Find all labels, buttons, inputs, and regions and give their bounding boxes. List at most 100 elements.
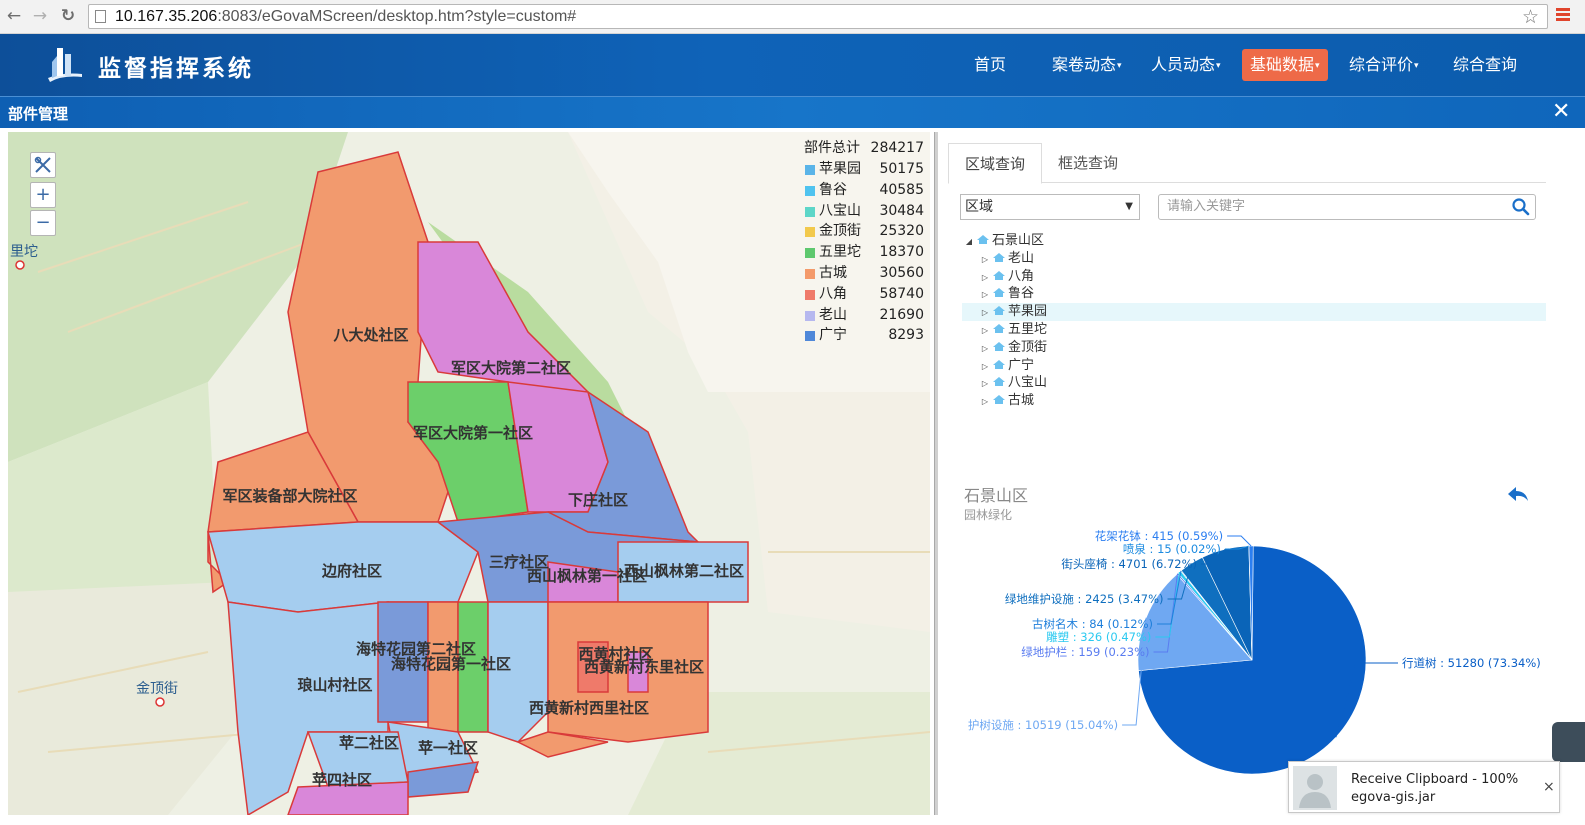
home-icon — [993, 270, 1005, 280]
legend-item: 老山 21690 — [804, 305, 928, 326]
pie-label: 街头座椅 : 4701 (6.72%) — [1061, 557, 1197, 571]
legend-swatch — [805, 268, 815, 279]
label-xihuang-dongli: 西黄新村东里社区 — [584, 658, 704, 676]
legend-value: 58740 — [879, 285, 924, 302]
pie-label: 绿地护栏 : 159 (0.23%) — [1021, 645, 1149, 659]
map-canvas[interactable]: 八大处社区 军区大院第二社区 军区大院第一社区 军区装备部大院社区 下庄社区 边… — [8, 132, 930, 815]
page-icon — [95, 10, 106, 23]
tree-node[interactable]: ▷ 古城 — [962, 392, 1546, 410]
legend-value: 21690 — [879, 306, 924, 323]
close-icon[interactable]: ✕ — [1552, 99, 1570, 124]
label-ping-4: 苹四社区 — [312, 771, 372, 789]
home-icon — [993, 341, 1005, 351]
tree-node[interactable]: ▷ 八宝山 — [962, 374, 1546, 392]
nav-staff-dynamics[interactable]: 人员动态▾ — [1143, 49, 1229, 81]
side-handle[interactable] — [1552, 722, 1585, 762]
panel-splitter[interactable] — [934, 132, 938, 815]
caret-down-icon: ▾ — [1315, 60, 1320, 71]
legend-swatch — [805, 289, 815, 300]
tree-collapsed-icon[interactable]: ▷ — [978, 304, 992, 322]
tree-node-label: 五里坨 — [1008, 321, 1048, 337]
search-input[interactable]: 请输入关键字 — [1158, 194, 1536, 220]
home-icon — [993, 377, 1005, 387]
nav-evaluation[interactable]: 综合评价▾ — [1341, 49, 1427, 81]
notification-file: egova-gis.jar — [1351, 790, 1436, 805]
legend-swatch — [805, 331, 815, 342]
region-select[interactable]: 区域 ▼ — [960, 194, 1140, 220]
chevron-down-icon: ▼ — [1125, 201, 1133, 212]
back-return-icon[interactable] — [1506, 484, 1530, 504]
module-title: 部件管理 — [8, 105, 69, 123]
legend-item: 金顶街 25320 — [804, 221, 928, 242]
zoom-in-button[interactable]: + — [30, 182, 56, 208]
app-header: 监督指挥系统 首页 案卷动态▾ 人员动态▾ 基础数据▾ 综合评价▾ 综合查询 — [0, 34, 1585, 96]
tree-node[interactable]: ▷ 鲁谷 — [962, 285, 1546, 303]
place-label: 金顶街 — [136, 681, 178, 697]
legend-label: 鲁谷 — [819, 181, 847, 198]
region-tree: ◢ 石景山区 ▷ 老山 ▷ 八角 ▷ 鲁谷 ▷ 苹果园 ▷ 五里坨 ▷ 金顶街 ▷ 广宁 ▷ 八宝山 ▷ 古城 — [962, 232, 1546, 410]
legend-swatch — [805, 227, 815, 238]
nav-home[interactable]: 首页 — [966, 49, 1014, 81]
tree-collapsed-icon[interactable]: ▷ — [978, 358, 992, 376]
legend-value: 50175 — [879, 161, 924, 177]
legend-total: 部件总计 284217 — [804, 140, 924, 156]
tree-root[interactable]: ◢ 石景山区 — [962, 232, 1546, 250]
tree-collapsed-icon[interactable]: ▷ — [978, 340, 992, 358]
pie-label: 古树名木 : 84 (0.12%) — [1032, 617, 1153, 631]
place-marker-icon — [155, 697, 165, 707]
legend-swatch — [805, 165, 815, 175]
tree-node[interactable]: ▷ 苹果园 — [962, 303, 1546, 321]
back-arrow-icon[interactable]: ← — [4, 6, 24, 26]
browser-menu-icon[interactable] — [1556, 8, 1570, 22]
tree-collapsed-icon[interactable]: ▷ — [978, 393, 992, 411]
app-logo-icon — [48, 48, 82, 82]
tree-collapsed-icon[interactable]: ▷ — [978, 286, 992, 304]
tree-node[interactable]: ▷ 老山 — [962, 250, 1546, 268]
tree-node[interactable]: ▷ 广宁 — [962, 357, 1546, 375]
legend-value: 8293 — [888, 327, 924, 344]
bookmark-star-icon[interactable]: ☆ — [1522, 6, 1539, 28]
label-junqu-2: 军区大院第二社区 — [451, 359, 571, 377]
search-icon[interactable] — [1511, 197, 1531, 217]
pie-label: 雕塑 : 326 (0.47%) — [1046, 630, 1151, 644]
nav-case-dynamics[interactable]: 案卷动态▾ — [1044, 49, 1130, 81]
legend-swatch — [805, 185, 815, 196]
label-ping-1: 苹一社区 — [418, 739, 478, 757]
tree-node-label: 老山 — [1008, 250, 1035, 266]
tab-region-query[interactable]: 区域查询 — [948, 143, 1043, 184]
legend-swatch — [805, 310, 815, 321]
legend-item: 八角 58740 — [804, 284, 928, 305]
legend-label: 五里坨 — [819, 244, 861, 261]
tree-collapsed-icon[interactable]: ▷ — [978, 269, 992, 287]
legend-value: 18370 — [879, 244, 924, 261]
reload-icon[interactable]: ↻ — [58, 6, 78, 26]
address-bar[interactable]: 10.167.35.206:8083/eGovaMScreen/desktop.… — [88, 4, 1548, 29]
tree-collapsed-icon[interactable]: ▷ — [978, 375, 992, 393]
app-title: 监督指挥系统 — [98, 56, 254, 82]
legend-value: 40585 — [879, 181, 924, 198]
legend-swatch — [805, 206, 815, 217]
legend-label: 古城 — [819, 264, 847, 281]
zoom-out-button[interactable]: − — [30, 210, 56, 236]
tree-collapsed-icon[interactable]: ▷ — [978, 251, 992, 269]
label-badachu: 八大处社区 — [332, 326, 408, 344]
tree-node-label: 八角 — [1008, 268, 1035, 284]
forward-arrow-icon[interactable]: → — [30, 6, 50, 26]
map-view[interactable]: 八大处社区 军区大院第二社区 军区大院第一社区 军区装备部大院社区 下庄社区 边… — [8, 132, 930, 815]
module-header: 部件管理 ✕ — [0, 96, 1585, 128]
tree-node[interactable]: ▷ 五里坨 — [962, 321, 1546, 339]
map-tools-icon[interactable] — [30, 152, 56, 178]
legend-value: 30560 — [879, 264, 924, 281]
close-icon[interactable]: × — [1543, 779, 1555, 795]
label-langshan: 琅山村社区 — [297, 676, 372, 694]
tree-collapsed-icon[interactable]: ▷ — [978, 322, 992, 340]
tree-node[interactable]: ▷ 八角 — [962, 268, 1546, 286]
nav-query[interactable]: 综合查询 — [1445, 49, 1525, 81]
tree-expanded-icon[interactable]: ◢ — [962, 233, 976, 251]
url-text[interactable]: 10.167.35.206:8083/eGovaMScreen/desktop.… — [115, 8, 576, 26]
tree-node-label: 鲁谷 — [1008, 286, 1035, 302]
place-marker-icon — [15, 260, 25, 270]
nav-base-data[interactable]: 基础数据▾ — [1242, 49, 1328, 81]
tab-box-query[interactable]: 框选查询 — [1042, 143, 1134, 184]
tree-node[interactable]: ▷ 金顶街 — [962, 339, 1546, 357]
